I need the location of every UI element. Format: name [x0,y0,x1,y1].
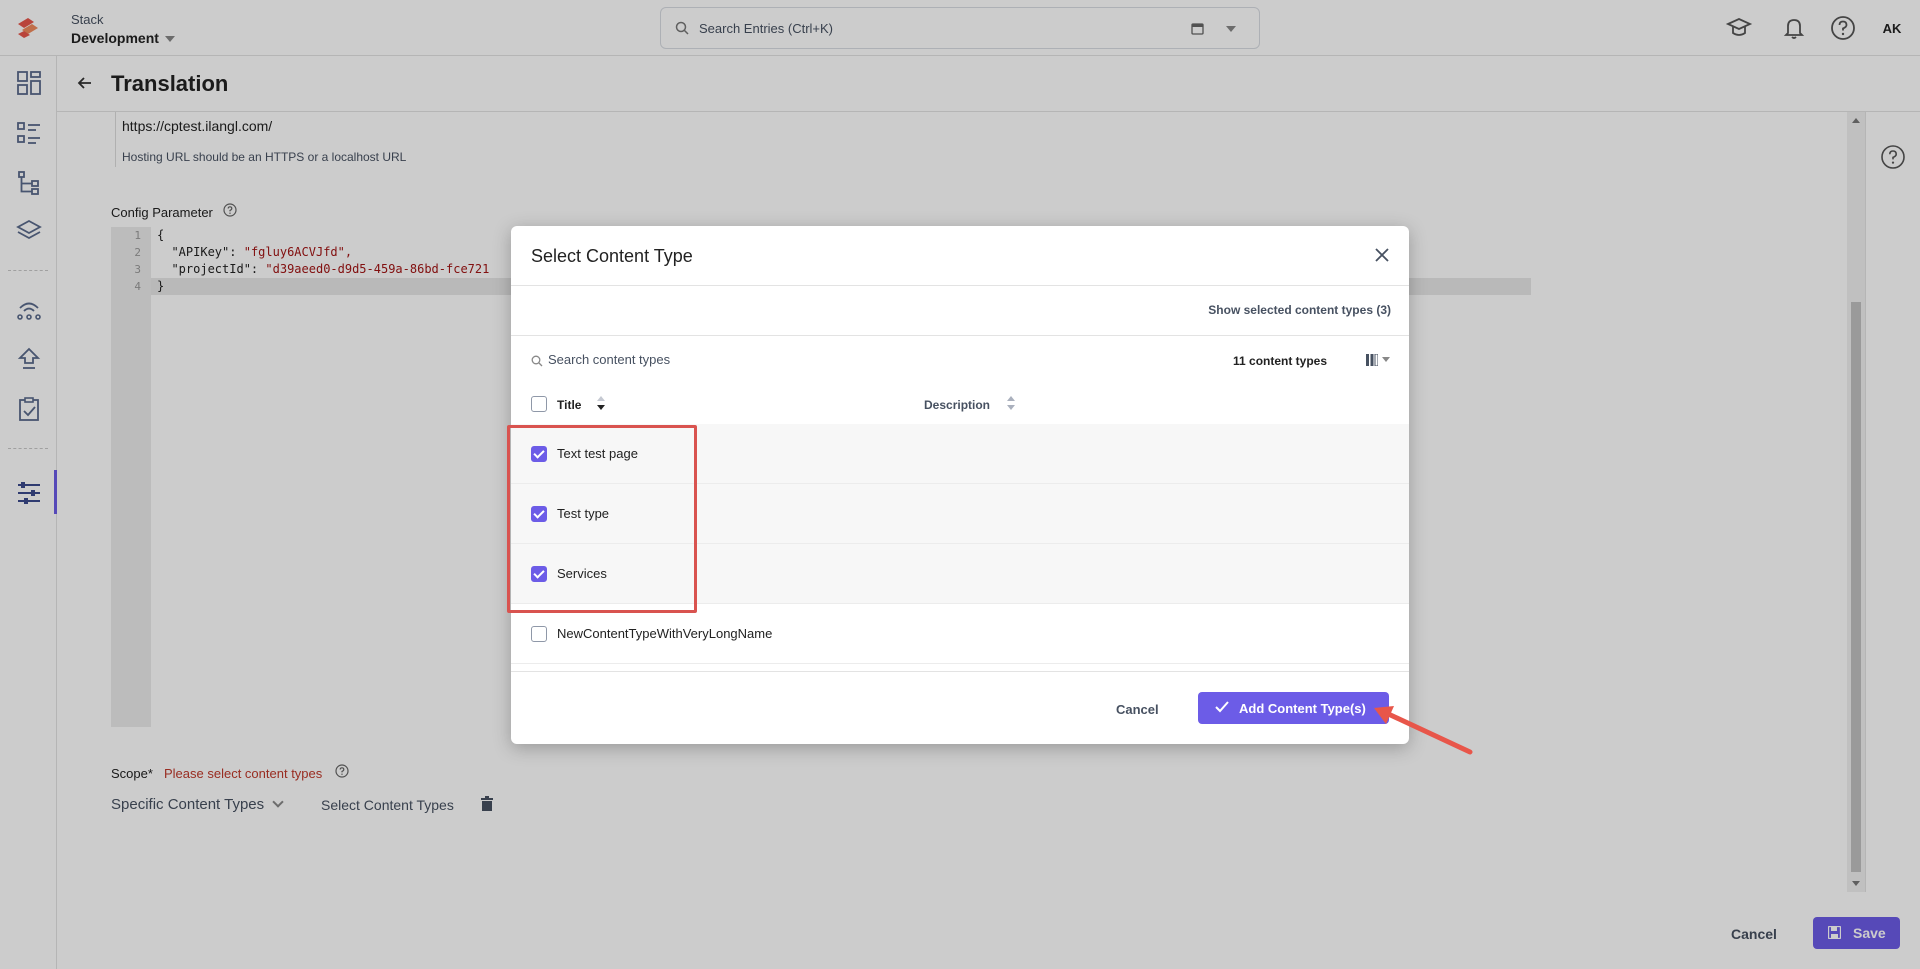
row-checkbox[interactable] [531,626,547,642]
content-type-count: 11 content types [1233,354,1328,368]
modal-divider [511,335,1409,336]
table-header: Title Description [511,384,1409,424]
modal-divider [511,285,1409,286]
columns-icon [1366,353,1379,367]
cancel-button[interactable]: Cancel [1116,702,1159,717]
close-icon[interactable] [1375,248,1389,262]
column-title[interactable]: Title [557,398,581,412]
row-title: NewContentTypeWithVeryLongName [557,626,773,641]
modal-title: Select Content Type [531,246,693,266]
sort-icon[interactable] [1005,394,1017,412]
add-content-types-button[interactable]: Add Content Type(s) [1198,692,1389,724]
content-type-search-input[interactable] [548,352,1048,367]
column-description[interactable]: Description [924,398,990,412]
select-all-checkbox[interactable] [531,396,547,412]
sort-icon[interactable] [595,394,607,412]
show-selected-link[interactable]: Show selected content types (3) [1208,303,1391,317]
check-icon [1215,701,1229,713]
annotation-arrow-icon [1374,706,1473,755]
chevron-down-icon [1382,357,1390,362]
add-content-types-label: Add Content Type(s) [1239,701,1366,716]
annotation-highlight-box [507,425,697,613]
table-row[interactable]: NewContentTypeWithVeryLongName [511,604,1409,664]
search-icon [531,355,543,367]
column-selector-button[interactable] [1366,353,1390,371]
modal-divider [511,671,1409,672]
